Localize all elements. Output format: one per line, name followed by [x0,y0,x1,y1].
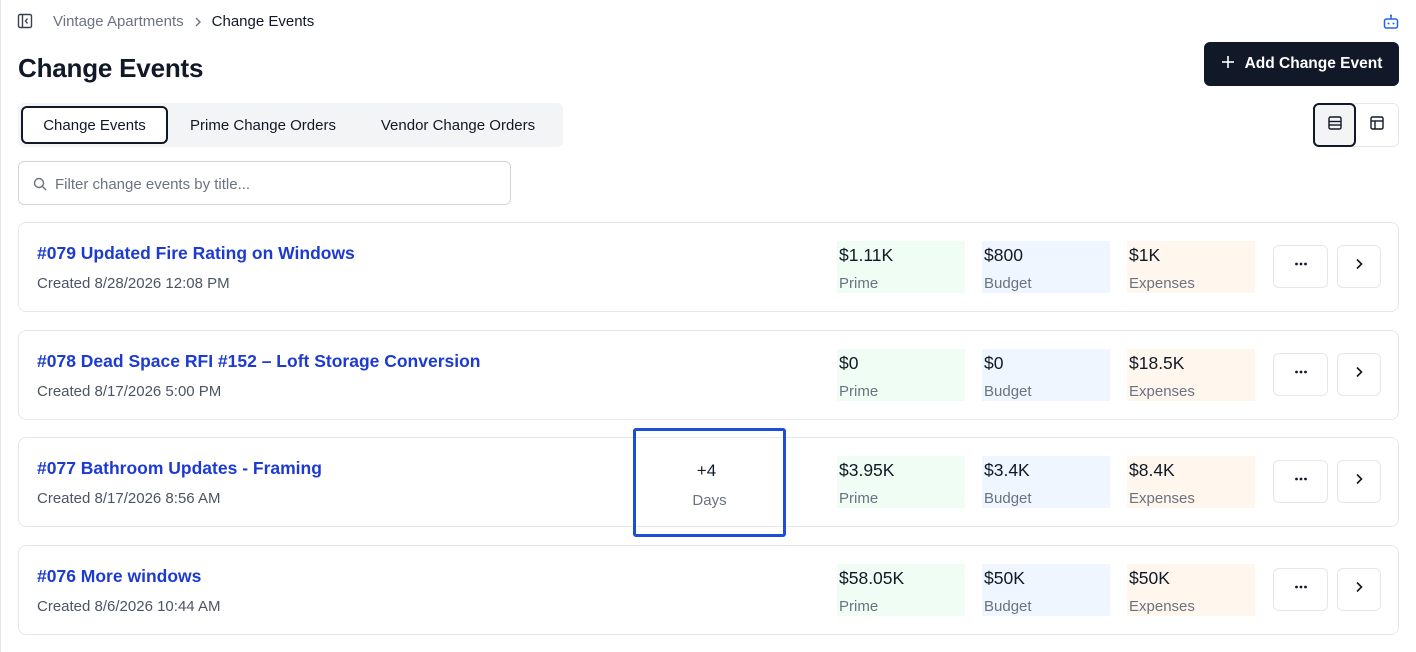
tab-vendor-change-orders[interactable]: Vendor Change Orders [358,106,558,144]
budget-label: Budget [984,275,1032,292]
add-change-event-button[interactable]: Add Change Event [1204,42,1399,86]
bot-icon[interactable] [1382,13,1400,31]
expenses-metric: $8.4K Expenses [1127,456,1255,508]
open-change-event-button[interactable] [1337,353,1381,396]
ellipsis-icon [1294,257,1308,276]
prime-metric: $58.05K Prime [837,564,965,616]
ellipsis-icon [1294,580,1308,599]
expenses-value: $8.4K [1129,460,1175,480]
expenses-metric: $1K Expenses [1127,241,1255,293]
change-event-card: #078 Dead Space RFI #152 – Loft Storage … [18,330,1399,420]
schedule-impact-highlight: +4 Days [633,428,786,537]
tab-bar: Change Events Prime Change Orders Vendor… [18,103,563,147]
chevron-right-icon [1352,580,1366,599]
breadcrumb: Vintage Apartments Change Events [53,13,314,30]
table-view-icon [1369,115,1385,136]
more-actions-button[interactable] [1273,353,1328,396]
plus-icon [1221,55,1235,74]
expenses-metric: $50K Expenses [1127,564,1255,616]
change-event-title-link[interactable]: #077 Bathroom Updates - Framing [37,458,322,479]
open-change-event-button[interactable] [1337,460,1381,503]
prime-label: Prime [839,598,879,615]
budget-metric: $3.4K Budget [982,456,1110,508]
breadcrumb-current: Change Events [211,13,315,30]
add-change-event-label: Add Change Event [1244,55,1383,72]
prime-label: Prime [839,383,879,400]
open-change-event-button[interactable] [1337,568,1381,611]
created-date: Created 8/17/2026 8:56 AM [37,490,221,507]
prime-label: Prime [839,275,879,292]
created-date: Created 8/6/2026 10:44 AM [37,598,221,615]
budget-metric: $50K Budget [982,564,1110,616]
frame-border [0,0,1,652]
more-actions-button[interactable] [1273,568,1328,611]
created-date: Created 8/17/2026 5:00 PM [37,383,222,400]
budget-value: $0 [984,353,1004,373]
prime-metric: $3.95K Prime [837,456,965,508]
breadcrumb-project-link[interactable]: Vintage Apartments [53,13,184,30]
schedule-impact-value: +4 [696,461,717,480]
budget-metric: $800 Budget [982,241,1110,293]
chevron-right-icon [1352,257,1366,276]
budget-value: $3.4K [984,460,1030,480]
top-bar: Vintage Apartments Change Events [0,0,1416,44]
change-event-title-link[interactable]: #079 Updated Fire Rating on Windows [37,243,355,264]
schedule-impact-label: Days [692,492,727,509]
budget-value: $800 [984,245,1023,265]
prime-value: $0 [839,353,859,373]
search-input[interactable] [55,172,495,196]
prime-value: $58.05K [839,568,905,588]
ellipsis-icon [1294,472,1308,491]
chevron-right-icon [1352,365,1366,384]
created-date: Created 8/28/2026 12:08 PM [37,275,230,292]
tab-change-events[interactable]: Change Events [21,106,168,144]
expenses-label: Expenses [1129,490,1195,507]
more-actions-button[interactable] [1273,460,1328,503]
search-box [18,161,511,205]
more-actions-button[interactable] [1273,245,1328,288]
expenses-value: $1K [1129,245,1161,265]
expenses-value: $18.5K [1129,353,1185,373]
prime-metric: $0 Prime [837,349,965,401]
change-event-card: #076 More windows Created 8/6/2026 10:44… [18,545,1399,635]
budget-label: Budget [984,598,1032,615]
expenses-label: Expenses [1129,383,1195,400]
budget-label: Budget [984,383,1032,400]
chevron-right-icon [1352,472,1366,491]
budget-value: $50K [984,568,1025,588]
chevron-right-icon [192,16,204,28]
tab-prime-change-orders[interactable]: Prime Change Orders [168,106,358,144]
sidebar-toggle-icon[interactable] [17,13,33,29]
list-view-icon [1327,115,1343,136]
expenses-label: Expenses [1129,598,1195,615]
prime-value: $3.95K [839,460,895,480]
change-event-card: #079 Updated Fire Rating on Windows Crea… [18,222,1399,312]
ellipsis-icon [1294,365,1308,384]
change-event-title-link[interactable]: #076 More windows [37,566,201,587]
search-icon [33,177,47,191]
prime-value: $1.11K [839,245,894,265]
expenses-metric: $18.5K Expenses [1127,349,1255,401]
list-view-button[interactable] [1313,103,1357,147]
view-toggle [1313,103,1399,147]
budget-metric: $0 Budget [982,349,1110,401]
prime-label: Prime [839,490,879,507]
prime-metric: $1.11K Prime [837,241,965,293]
table-view-button[interactable] [1356,104,1398,146]
change-event-title-link[interactable]: #078 Dead Space RFI #152 – Loft Storage … [37,351,481,372]
expenses-value: $50K [1129,568,1170,588]
expenses-label: Expenses [1129,275,1195,292]
open-change-event-button[interactable] [1337,245,1381,288]
page-title: Change Events [18,53,204,83]
budget-label: Budget [984,490,1032,507]
